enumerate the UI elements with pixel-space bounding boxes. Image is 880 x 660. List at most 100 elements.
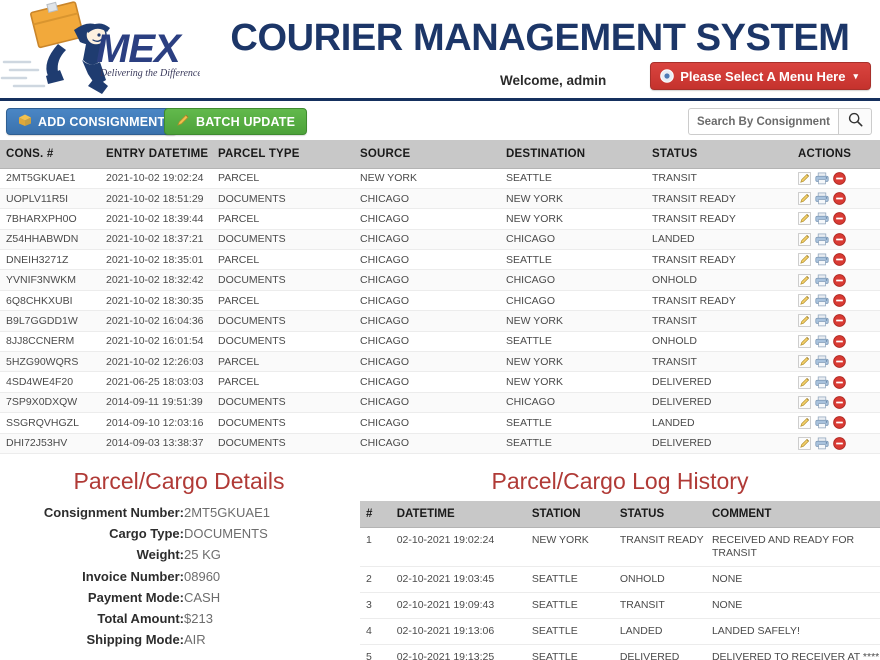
table-row[interactable]: YVNIF3NWKM 2021-10-02 18:32:42 DOCUMENTS CH…	[0, 269, 880, 291]
log-status: LANDED	[613, 618, 706, 645]
print-icon[interactable]	[815, 212, 829, 225]
row-actions-cell	[792, 229, 880, 251]
delete-icon[interactable]	[833, 294, 846, 307]
column-header-status[interactable]: STATUS	[646, 140, 792, 169]
print-icon[interactable]	[815, 376, 829, 389]
print-icon[interactable]	[815, 294, 829, 307]
mex-logo[interactable]: MEX Delivering the Difference	[0, 0, 200, 96]
delete-icon[interactable]	[833, 192, 846, 205]
edit-icon[interactable]	[798, 294, 811, 307]
log-table-header: # DATETIME STATION STATUS COMMENT	[360, 501, 880, 528]
column-header-destination[interactable]: DESTINATION	[500, 140, 646, 169]
table-row[interactable]: SSGRQVHGZL 2014-09-10 12:03:16 DOCUMENTS CH…	[0, 412, 880, 434]
edit-icon[interactable]	[798, 253, 811, 267]
log-status: ONHOLD	[613, 566, 706, 593]
table-row[interactable]: 4SD4WE4F20 2021-06-25 18:03:03 PARCEL CHICA…	[0, 371, 880, 393]
column-header-parcel-type[interactable]: PARCEL TYPE	[212, 140, 354, 169]
edit-icon[interactable]	[798, 314, 811, 328]
edit-icon[interactable]	[798, 232, 811, 246]
delete-icon[interactable]	[833, 355, 846, 369]
print-icon[interactable]	[815, 335, 829, 348]
edit-icon[interactable]	[798, 436, 811, 450]
edit-icon[interactable]	[798, 416, 811, 430]
batch-update-button[interactable]: BATCH UPDATE	[164, 108, 308, 135]
print-icon[interactable]	[815, 355, 829, 368]
print-icon[interactable]	[815, 253, 829, 266]
detail-value: 25 KG	[184, 547, 221, 563]
table-row[interactable]: B9L7GGDD1W 2021-10-02 16:04:36 DOCUMENTS CH…	[0, 310, 880, 332]
delete-icon[interactable]	[833, 253, 846, 267]
status-cell: TRANSIT	[646, 351, 792, 373]
edit-icon[interactable]	[798, 396, 811, 409]
print-icon[interactable]	[815, 192, 829, 205]
delete-icon[interactable]	[833, 273, 846, 287]
table-row[interactable]: DNEIH3271Z 2021-10-02 18:35:01 PARCEL CHICA…	[0, 249, 880, 271]
delete-icon[interactable]	[833, 334, 846, 348]
delete-icon[interactable]	[833, 314, 846, 328]
edit-icon[interactable]	[798, 273, 811, 287]
edit-icon[interactable]	[798, 192, 811, 205]
menu-select-button[interactable]: Please Select A Menu Here ▾	[650, 62, 871, 90]
detail-value: CASH	[184, 589, 221, 605]
source-cell: CHICAGO	[354, 392, 500, 414]
detail-row: Total Amount: $213	[0, 608, 358, 629]
parcel-type-cell: DOCUMENTS	[212, 392, 354, 414]
table-row[interactable]: 2MT5GKUAE1 2021-10-02 19:02:24 PARCEL NEW Y…	[0, 168, 880, 189]
entry-datetime-cell: 2014-09-10 12:03:16	[100, 412, 212, 434]
welcome-text: Welcome, admin	[500, 73, 607, 88]
row-actions-cell	[792, 310, 880, 332]
search-button[interactable]	[838, 108, 872, 135]
print-icon[interactable]	[815, 274, 829, 287]
edit-icon[interactable]	[798, 355, 811, 369]
log-row: 3 02-10-2021 19:09:43 SEATTLE TRANSIT NONE	[360, 592, 880, 619]
cons-number-cell: SSGRQVHGZL	[0, 412, 100, 434]
column-header-source[interactable]: SOURCE	[354, 140, 500, 169]
table-row[interactable]: 7BHARXPH0O 2021-10-02 18:39:44 PARCEL CHICA…	[0, 208, 880, 230]
table-row[interactable]: UOPLV11R5I 2021-10-02 18:51:29 DOCUMENTS CH…	[0, 188, 880, 210]
print-icon[interactable]	[815, 172, 829, 185]
table-row[interactable]: 8JJ8CCNERM 2021-10-02 16:01:54 DOCUMENTS CH…	[0, 331, 880, 353]
detail-row: Consignment Number: 2MT5GKUAE1	[0, 502, 358, 523]
add-consignment-button[interactable]: ADD CONSIGNMENT	[6, 108, 178, 135]
delete-icon[interactable]	[833, 212, 846, 226]
delete-icon[interactable]	[833, 375, 846, 389]
log-history-panel: Parcel/Cargo Log History # DATETIME STAT…	[360, 459, 880, 660]
edit-icon[interactable]	[798, 334, 811, 348]
log-datetime: 02-10-2021 19:13:25	[390, 644, 526, 660]
menu-button-label: Please Select A Menu Here	[680, 68, 846, 84]
delete-icon[interactable]	[833, 416, 846, 430]
cons-number-cell: YVNIF3NWKM	[0, 269, 100, 291]
log-comment: RECEIVED AND READY FOR TRANSIT	[705, 527, 880, 567]
table-row[interactable]: 7SP9X0DXQW 2014-09-11 19:51:39 DOCUMENTS CH…	[0, 392, 880, 414]
print-icon[interactable]	[815, 233, 829, 246]
print-icon[interactable]	[815, 396, 829, 409]
detail-value: AIR	[184, 632, 206, 648]
column-header-cons[interactable]: CONS. #	[0, 140, 100, 169]
table-row[interactable]: DHI72J53HV 2014-09-03 13:38:37 DOCUMENTS CH…	[0, 433, 880, 454]
edit-icon[interactable]	[798, 212, 811, 226]
table-row[interactable]: Z54HHABWDN 2021-10-02 18:37:21 DOCUMENTS CH…	[0, 229, 880, 251]
column-header-entry-datetime[interactable]: ENTRY DATETIME	[100, 140, 212, 169]
table-row[interactable]: 6Q8CHKXUBI 2021-10-02 18:30:35 PARCEL CHICA…	[0, 290, 880, 312]
parcel-type-cell: DOCUMENTS	[212, 412, 354, 434]
entry-datetime-cell: 2021-10-02 18:39:44	[100, 208, 212, 230]
print-icon[interactable]	[815, 416, 829, 429]
parcel-type-cell: DOCUMENTS	[212, 331, 354, 353]
search-input[interactable]	[688, 108, 838, 135]
edit-icon[interactable]	[798, 375, 811, 389]
print-icon[interactable]	[815, 437, 829, 450]
delete-icon[interactable]	[833, 171, 846, 185]
print-icon[interactable]	[815, 314, 829, 327]
parcel-type-cell: PARCEL	[212, 168, 354, 189]
detail-value: $213	[184, 611, 213, 627]
source-cell: CHICAGO	[354, 188, 500, 210]
delete-icon[interactable]	[833, 233, 846, 246]
table-row[interactable]: 5HZG90WQRS 2021-10-02 12:26:03 PARCEL CHICA…	[0, 351, 880, 373]
destination-cell: CHICAGO	[500, 290, 646, 312]
parcel-type-cell: PARCEL	[212, 249, 354, 271]
edit-icon[interactable]	[798, 171, 811, 185]
svg-text:Delivering the Difference: Delivering the Difference	[99, 68, 200, 79]
delete-icon[interactable]	[833, 396, 846, 409]
status-cell: LANDED	[646, 229, 792, 251]
delete-icon[interactable]	[833, 436, 846, 450]
